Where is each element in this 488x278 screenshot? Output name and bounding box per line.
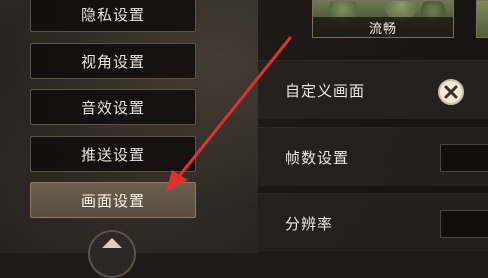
sidebar-item-label: 推送设置 xyxy=(80,145,145,164)
sidebar-item-label: 音效设置 xyxy=(80,98,145,117)
frame-rate-selector[interactable] xyxy=(440,144,488,172)
quality-option-label: 流畅 xyxy=(313,17,453,37)
sidebar-item-label: 隐私设置 xyxy=(80,5,145,24)
chevron-up-icon xyxy=(102,238,122,248)
sidebar-item-sound[interactable]: 音效设置 xyxy=(30,89,196,125)
sidebar-item-label: 画面设置 xyxy=(80,191,145,210)
settings-sidebar: 隐私设置 视角设置 音效设置 推送设置 画面设置 xyxy=(0,0,240,278)
sidebar-item-camera[interactable]: 视角设置 xyxy=(30,43,196,79)
quality-option-smooth[interactable]: 流畅 xyxy=(312,0,454,38)
quality-option-next[interactable] xyxy=(476,0,488,38)
row-label: 自定义画面 xyxy=(285,82,366,100)
sidebar-item-graphics[interactable]: 画面设置 xyxy=(30,182,196,218)
close-x-icon xyxy=(444,85,458,99)
row-label: 分辨率 xyxy=(285,215,334,233)
sidebar-item-label: 视角设置 xyxy=(80,52,145,71)
row-label: 帧数设置 xyxy=(285,149,350,167)
custom-graphics-toggle[interactable] xyxy=(438,79,464,105)
sidebar-item-privacy[interactable]: 隐私设置 xyxy=(30,0,196,32)
row-resolution: 分辨率 xyxy=(258,193,488,252)
resolution-selector[interactable] xyxy=(440,210,488,238)
sidebar-item-push[interactable]: 推送设置 xyxy=(30,136,196,172)
scroll-up-button[interactable] xyxy=(88,230,136,278)
row-frame-rate: 帧数设置 xyxy=(258,127,488,186)
row-custom-graphics: 自定义画面 xyxy=(258,60,488,119)
